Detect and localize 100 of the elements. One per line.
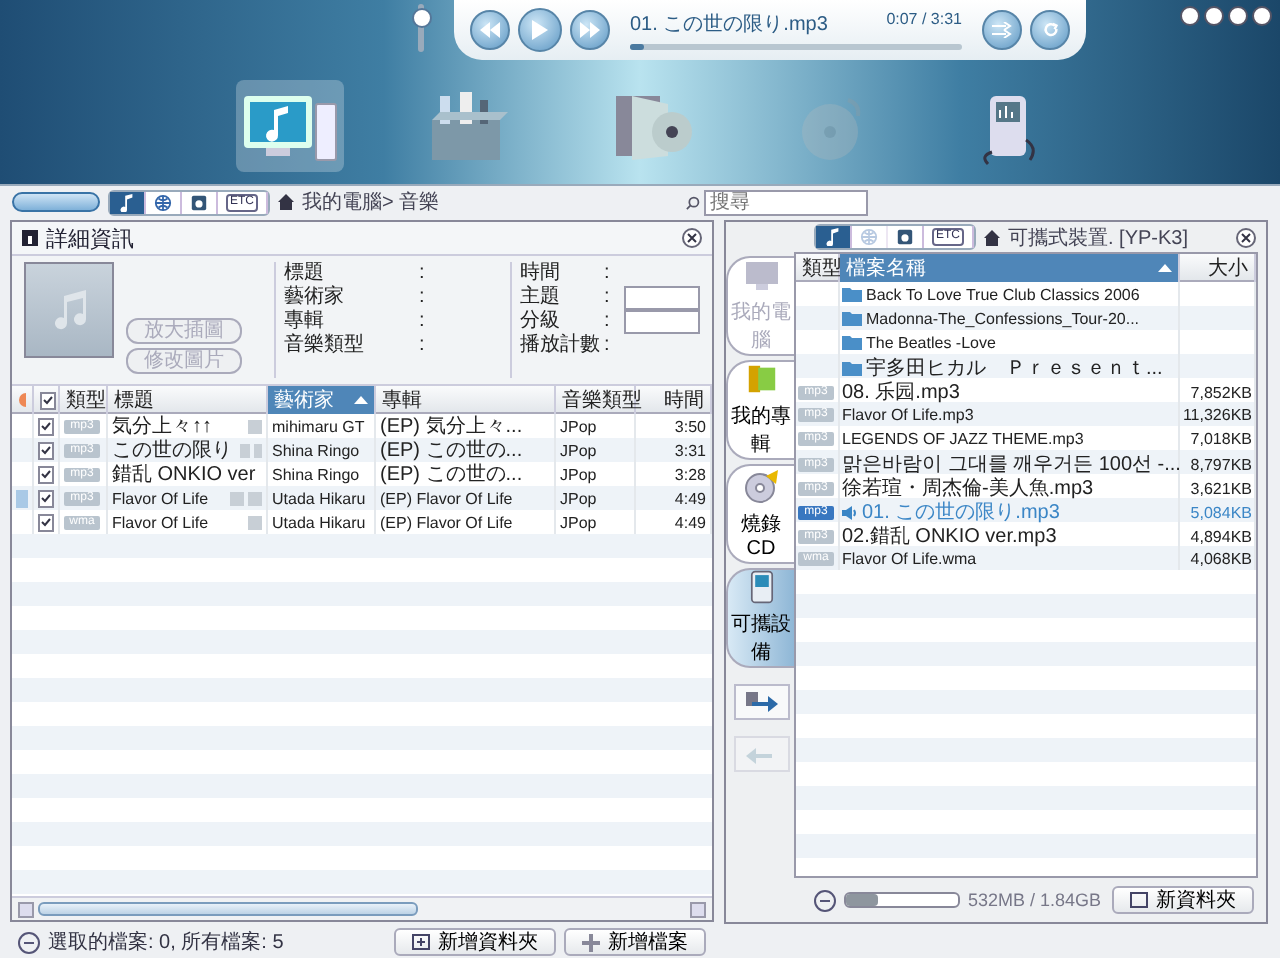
monitor-icon [743,259,779,291]
table-cell: Utada Hikaru [272,513,366,531]
sort-arrow-icon [1158,264,1172,272]
new-folder-button[interactable]: 新增資料夾 [394,928,556,956]
category-tab[interactable] [110,191,146,213]
row-checkbox[interactable] [38,441,54,459]
table-cell: Utada Hikaru [272,489,366,507]
toolbox-icon[interactable] [432,92,508,160]
close-icon [1240,231,1252,243]
file-name: Flavor Of Life.mp3 [842,405,974,423]
minimize-button[interactable] [1204,6,1224,26]
file-name: LEGENDS OF JAZZ THEME.mp3 [842,429,1084,447]
field-separator: : [604,262,612,286]
field-label: 標題 [284,262,327,285]
seek-bar[interactable] [630,44,962,50]
row-marker[interactable] [16,489,28,507]
scroll-right-button[interactable] [690,901,706,917]
search-icon [686,195,700,209]
computer-icon[interactable] [244,96,337,161]
scrollbar-thumb[interactable] [38,902,418,916]
field-label: 時間 [520,262,562,285]
cd-case-icon[interactable] [616,96,692,160]
field-separator: : [604,286,612,310]
table-cell: JPop [560,417,597,435]
new-folder-button[interactable]: 新資料夾 [1112,886,1254,914]
table-cell: JPop [560,465,597,483]
column-header[interactable]: 藝術家 [268,386,376,414]
track-time: 0:07 / 3:31 [886,10,962,32]
close-button[interactable] [1236,227,1256,247]
table-cell: この世の限り [112,438,232,462]
restore-button[interactable] [1228,6,1248,26]
table-cell: Shina Ringo [272,465,360,483]
home-icon [984,229,1000,245]
play-button[interactable] [518,8,562,52]
expand-icon[interactable] [814,889,836,911]
side-tab[interactable]: 我的專輯 [726,360,794,460]
speaker-icon [842,505,858,519]
music-player-icon[interactable] [983,96,1035,166]
field-label: 藝術家 [284,286,347,309]
field-separator: : [604,334,612,358]
category-tab[interactable] [816,226,852,248]
shuffle-button[interactable] [982,10,1022,50]
table-cell: Flavor Of Life [112,513,209,531]
sort-arrow-icon [354,396,368,404]
storage-reading: 532MB / 1.84GB [968,890,1102,910]
table-cell: (EP) Flavor Of Life [380,489,513,507]
plus-icon [582,933,600,951]
add-file-button[interactable]: 新增檔案 [564,928,706,956]
status-text: 選取的檔案: 0, 所有檔案: 5 [48,929,284,956]
scroll-left-button[interactable] [18,901,34,917]
table-cell: (EP) この世の... [380,438,523,462]
view-toggle[interactable] [12,192,100,212]
file-name: Flavor Of Life.wma [842,549,977,567]
select-all-checkbox[interactable] [40,391,56,409]
row-checkbox[interactable] [38,513,54,531]
field-label: 分級 [520,310,562,333]
expand-icon[interactable] [18,931,40,953]
album-icon [743,362,779,396]
close-button[interactable] [682,228,702,248]
row-checkbox[interactable] [38,465,54,483]
field-label: 專輯 [284,310,327,333]
breadcrumb[interactable]: 我的電腦> 音樂 [302,188,440,216]
file-size: 7,018KB [1190,429,1252,447]
dropdown-button[interactable] [1180,6,1200,26]
breadcrumb[interactable]: 可攜式裝置. [YP-K3] [1008,223,1189,251]
input-field[interactable] [624,286,700,310]
volume-thumb[interactable] [412,8,432,29]
close-button[interactable] [1252,6,1272,26]
repeat-button[interactable] [1030,10,1070,50]
repeat-icon [1041,21,1059,39]
fast-forward-button[interactable] [570,10,610,50]
table-cell: 錯乱 ONKIO ver [112,462,256,486]
table-cell: 3:50 [674,417,706,435]
cd-icon [741,468,781,504]
horizontal-scrollbar[interactable] [12,896,712,920]
table-cell: 4:49 [674,489,706,507]
globe-icon [154,193,172,211]
table-cell: JPop [560,513,597,531]
rewind-button[interactable] [470,10,510,50]
file-size: 3,621KB [1190,479,1252,497]
music-player-icon [747,570,775,604]
send-button[interactable] [734,684,790,720]
table-cell: (EP) この世の... [380,462,523,486]
field-separator: : [419,286,427,310]
row-checkbox[interactable] [38,489,54,507]
row-checkbox[interactable] [38,417,54,435]
fast-forward-icon [580,22,600,38]
side-tab[interactable]: 可攜設備 [726,568,794,668]
file-name: Madonna-The_Confessions_Tour-20... [866,309,1140,327]
field-label: 播放計數 [520,334,600,358]
music-note-icon [51,290,88,330]
search-field[interactable]: 搜尋 [704,189,868,215]
folder-icon [1130,892,1148,908]
field-separator: : [419,262,427,286]
side-tab[interactable]: 燒錄CD [726,464,794,564]
column-header[interactable]: 檔案名稱 [840,254,1180,282]
table-cell: 4:49 [674,513,706,531]
file-size: 8,797KB [1190,455,1252,473]
file-name: 徐若瑄・周杰倫-美人魚.mp3 [842,475,1094,501]
input-field[interactable] [624,310,700,334]
